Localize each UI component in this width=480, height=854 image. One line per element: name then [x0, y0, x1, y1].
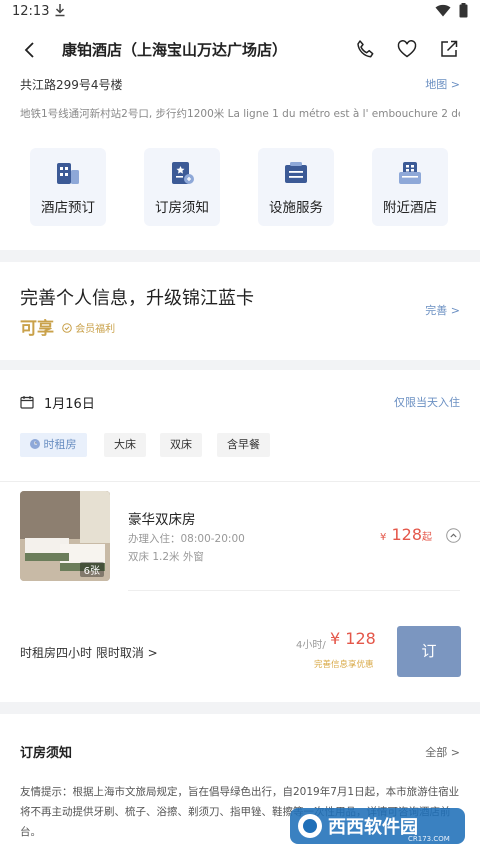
chip-twin-bed[interactable]: 双床 [160, 433, 202, 457]
quick-action-label: 设施服务 [269, 200, 323, 216]
package-price-value: 128 [345, 629, 376, 648]
collapse-chevron-icon[interactable] [446, 528, 461, 547]
check-circle-icon [62, 323, 72, 333]
currency-symbol: ¥ [330, 629, 341, 648]
package-price: ¥ 128 [330, 629, 376, 648]
watermark-logo: 西西软件园 CR173.COM [290, 804, 465, 848]
facility-service-icon [285, 162, 307, 183]
svg-text:CR173.COM: CR173.COM [408, 835, 450, 843]
member-benefit: 会员福利 [62, 320, 115, 335]
quick-action-label: 酒店预订 [41, 200, 95, 216]
address-road: 共江路299号4号楼 [20, 78, 123, 92]
today-only-filter[interactable]: 仅限当天入住 [394, 394, 460, 410]
status-bar: 12:13 [0, 0, 480, 24]
package-name[interactable]: 时租房四小时 限时取消 > [20, 644, 158, 661]
chip-hourly-room[interactable]: 时租房 [20, 433, 87, 457]
booking-notice-icon [172, 162, 194, 184]
member-benefit-label: 会员福利 [75, 324, 116, 335]
room-photo[interactable]: 6张 [20, 491, 110, 581]
wifi-icon [435, 4, 451, 17]
room-bed-info: 双床 1.2米 外窗 [128, 551, 204, 563]
notice-title: 订房须知 [20, 746, 73, 761]
back-icon[interactable] [20, 38, 40, 62]
chip-label: 时租房 [43, 438, 77, 451]
package-duration: 4小时/ [296, 640, 326, 651]
battery-icon [459, 3, 468, 18]
member-upgrade-banner[interactable]: 完善个人信息，升级锦江蓝卡 可享 会员福利 完善 > [0, 262, 480, 360]
checkin-date[interactable]: 1月16日 [44, 393, 95, 412]
quick-action-nearby-hotel[interactable]: 附近酒店 [372, 148, 448, 226]
room-price-value: 128 [391, 525, 423, 544]
member-upgrade-title: 完善个人信息，升级锦江蓝卡 [20, 288, 254, 309]
currency-symbol: ¥ [380, 532, 387, 543]
share-icon[interactable] [438, 38, 460, 60]
phone-icon[interactable] [354, 38, 376, 60]
quick-action-facility-service[interactable]: 设施服务 [258, 148, 334, 226]
divider [128, 590, 460, 591]
quick-action-label: 附近酒店 [383, 200, 437, 216]
header: 康铂酒店（上海宝山万达广场店） [0, 24, 480, 76]
quick-action-label: 订房须知 [155, 200, 209, 216]
favorite-icon[interactable] [396, 38, 418, 60]
calendar-icon[interactable] [20, 394, 34, 413]
chip-breakfast[interactable]: 含早餐 [217, 433, 270, 457]
address-section: 共江路299号4号楼 地图 > 地铁1号线通河新村站2号口, 步行约1200米 … [0, 76, 480, 250]
book-button[interactable]: 订 [397, 626, 461, 677]
hotel-booking-icon [57, 163, 79, 184]
metro-directions: 地铁1号线通河新村站2号口, 步行约1200米 La ligne 1 du mé… [20, 108, 460, 120]
quick-action-booking-notice[interactable]: 订房须知 [144, 148, 220, 226]
map-link[interactable]: 地图 > [425, 76, 460, 92]
clock-icon [30, 439, 40, 449]
room-name[interactable]: 豪华双床房 [128, 508, 196, 528]
photo-count: 6张 [79, 562, 104, 577]
page-title: 康铂酒店（上海宝山万达广场店） [62, 41, 288, 59]
chip-king-bed[interactable]: 大床 [104, 433, 146, 457]
room-checkin-time: 办理入住：08:00-20:00 [128, 533, 245, 545]
download-icon [54, 3, 66, 21]
nearby-hotel-icon [399, 162, 421, 184]
status-time: 12:13 [12, 4, 50, 19]
quick-action-hotel-booking[interactable]: 酒店预订 [30, 148, 106, 226]
room-price: ¥ 128起 [380, 525, 432, 544]
notice-all-link[interactable]: 全部 > [425, 744, 460, 760]
svg-text:西西软件园: 西西软件园 [328, 816, 418, 838]
price-suffix: 起 [422, 532, 433, 543]
room-section: 1月16日 仅限当天入住 时租房 大床 双床 含早餐 6张 豪华双床房 办理入住… [0, 370, 480, 702]
complete-profile-link[interactable]: 完善 > [425, 302, 460, 318]
divider [0, 481, 480, 482]
member-upgrade-subtitle: 可享 [20, 319, 54, 339]
package-discount-note: 完善信息享优惠 [314, 660, 374, 670]
